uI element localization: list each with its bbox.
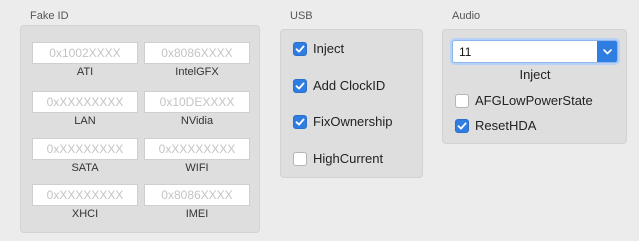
fake-id-sata: SATA xyxy=(32,138,138,174)
fake-id-title: Fake ID xyxy=(30,10,69,22)
lan-id-input[interactable] xyxy=(32,91,138,113)
usb-title: USB xyxy=(290,10,313,22)
intelgfx-id-input[interactable] xyxy=(144,42,250,64)
wifi-label: WIFI xyxy=(185,162,209,174)
sata-label: SATA xyxy=(71,162,99,174)
reset-hda-option[interactable]: ResetHDA xyxy=(455,118,536,133)
afg-low-power-option[interactable]: AFGLowPowerState xyxy=(455,93,593,108)
fake-id-nvidia: NVidia xyxy=(144,91,250,127)
usb-fixownership-checkbox[interactable] xyxy=(293,114,307,129)
reset-hda-label: ResetHDA xyxy=(475,118,537,133)
usb-inject-checkbox[interactable] xyxy=(293,41,307,56)
ati-label: ATI xyxy=(76,66,94,78)
fake-id-imei: IMEI xyxy=(144,184,250,220)
usb-fixownership-label: FixOwnership xyxy=(313,114,393,129)
fake-id-intelgfx: IntelGFX xyxy=(144,42,250,78)
xhci-id-input[interactable] xyxy=(32,184,138,206)
fake-id-wifi: WIFI xyxy=(144,138,250,174)
afg-low-power-checkbox[interactable] xyxy=(455,93,469,108)
wifi-id-input[interactable] xyxy=(144,138,250,160)
audio-inject-label: Inject xyxy=(519,67,551,82)
audio-inject-value[interactable]: 11 xyxy=(459,45,471,59)
xhci-label: XHCI xyxy=(71,208,99,220)
sata-id-input[interactable] xyxy=(32,138,138,160)
imei-id-input[interactable] xyxy=(144,184,250,206)
lan-label: LAN xyxy=(74,115,96,127)
usb-add-clockid-option[interactable]: Add ClockID xyxy=(293,78,385,93)
usb-add-clockid-label: Add ClockID xyxy=(313,78,386,93)
nvidia-label: NVidia xyxy=(180,115,214,127)
fake-id-lan: LAN xyxy=(32,91,138,127)
usb-highcurrent-checkbox[interactable] xyxy=(293,151,307,166)
imei-label: IMEI xyxy=(185,208,209,220)
usb-highcurrent-label: HighCurrent xyxy=(313,151,384,166)
usb-highcurrent-option[interactable]: HighCurrent xyxy=(293,151,383,166)
reset-hda-checkbox[interactable] xyxy=(455,118,469,133)
usb-inject-option[interactable]: Inject xyxy=(293,41,344,56)
fake-id-ati: ATI xyxy=(32,42,138,78)
usb-add-clockid-checkbox[interactable] xyxy=(293,78,307,93)
fake-id-xhci: XHCI xyxy=(32,184,138,220)
ati-id-input[interactable] xyxy=(32,42,138,64)
usb-inject-label: Inject xyxy=(313,41,345,56)
audio-inject-combobox[interactable]: 11 xyxy=(452,40,618,63)
audio-title: Audio xyxy=(452,10,481,22)
nvidia-id-input[interactable] xyxy=(144,91,250,113)
afg-low-power-label: AFGLowPowerState xyxy=(475,93,593,108)
intelgfx-label: IntelGFX xyxy=(175,66,219,78)
usb-fixownership-option[interactable]: FixOwnership xyxy=(293,114,392,129)
chevron-down-icon[interactable] xyxy=(597,41,617,62)
